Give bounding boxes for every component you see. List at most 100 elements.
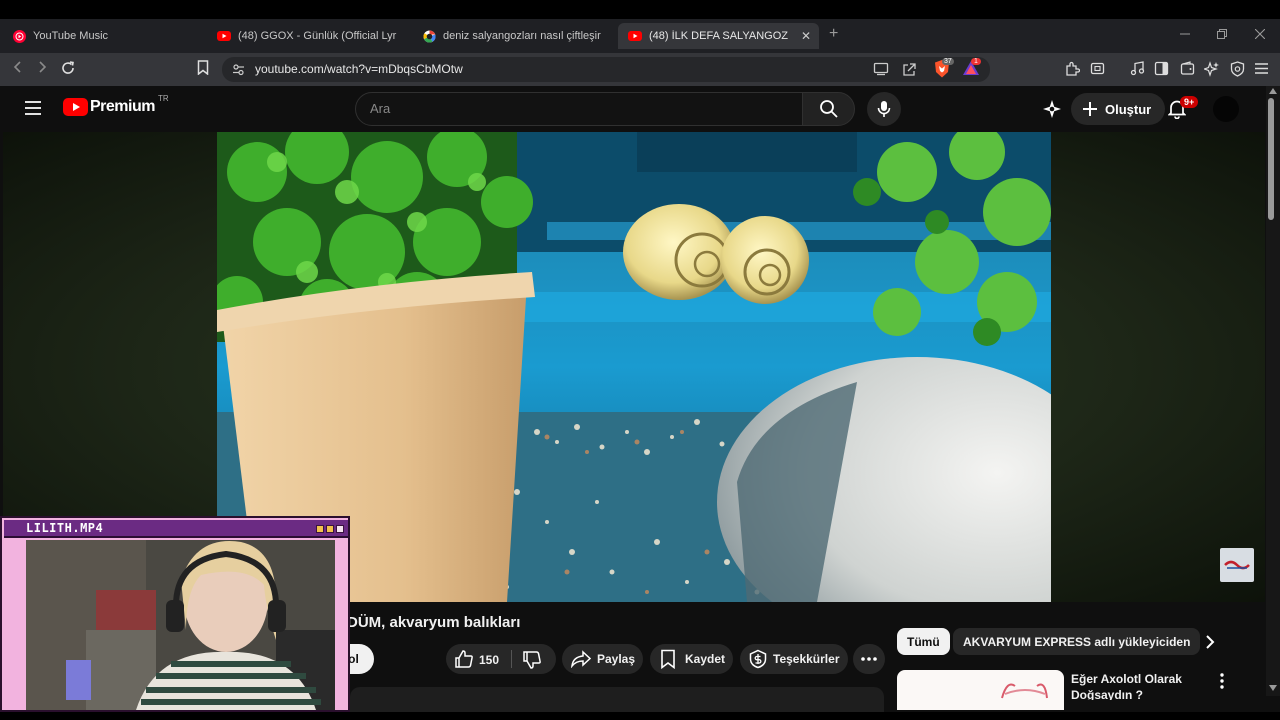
- menu-icon[interactable]: [1254, 62, 1269, 75]
- restore-icon[interactable]: [1217, 27, 1227, 42]
- close-tab-icon[interactable]: ✕: [801, 29, 811, 43]
- like-button[interactable]: [454, 649, 474, 672]
- microphone-icon: [877, 101, 891, 117]
- bookmark-icon[interactable]: [197, 60, 209, 80]
- more-horizontal-icon: [861, 657, 877, 661]
- tab-title: (48) GGOX - Günlük (Official Lyric Vid: [238, 30, 397, 42]
- youtube-icon: [628, 29, 642, 43]
- notifications-badge: 9+: [1180, 96, 1199, 108]
- more-vertical-icon[interactable]: [1220, 673, 1224, 689]
- site-settings-icon[interactable]: [232, 63, 245, 76]
- minimize-icon[interactable]: [1180, 27, 1190, 42]
- ai-sparkle-icon[interactable]: [1042, 99, 1062, 119]
- save-label: Kaydet: [685, 652, 726, 666]
- axolotl-illustration-image: [1001, 683, 1048, 699]
- brave-shields-icon[interactable]: 37: [933, 58, 954, 79]
- top-edge: [0, 0, 1280, 19]
- thanks-button[interactable]: Teşekkürler: [740, 644, 848, 674]
- rewards-count-badge: 1: [971, 58, 981, 65]
- webcam-overlay-window: LILITH.MP4: [0, 516, 350, 712]
- wallet-extension-icon[interactable]: [1090, 61, 1105, 76]
- bottom-edge: [0, 712, 1280, 720]
- tab-google-search[interactable]: deniz salyangozları nasıl çiftleşir - Go: [412, 23, 612, 49]
- tab-title: deniz salyangozları nasıl çiftleşir - Go: [443, 30, 602, 42]
- thumbs-down-icon: [523, 651, 541, 669]
- sidebar-icon[interactable]: [1154, 61, 1169, 76]
- tab-title: YouTube Music: [33, 30, 109, 42]
- super-thanks-icon: [749, 649, 767, 669]
- scrollbar-thumb[interactable]: [1268, 98, 1274, 220]
- more-actions-button[interactable]: [853, 644, 885, 674]
- reload-icon[interactable]: [60, 60, 76, 81]
- tab-ggox[interactable]: (48) GGOX - Günlük (Official Lyric Vid: [207, 23, 407, 49]
- scroll-up-arrow-icon[interactable]: [1266, 88, 1280, 94]
- share-icon: [571, 650, 591, 668]
- save-bookmark-icon: [661, 649, 675, 669]
- description-box[interactable]: [350, 687, 884, 712]
- share-button[interactable]: Paylaş: [562, 644, 643, 674]
- like-dislike-group: 150: [446, 644, 556, 674]
- overlay-minimize-icon: [316, 525, 324, 533]
- dislike-button[interactable]: [522, 650, 542, 673]
- avatar[interactable]: [1213, 96, 1239, 122]
- overlay-close-icon: [336, 525, 344, 533]
- tab-strip: YouTube Music (48) GGOX - Günlük (Offici…: [0, 19, 1280, 53]
- wallet-icon[interactable]: [1180, 61, 1195, 76]
- shields-count-badge: 37: [942, 58, 954, 65]
- tab-title: (48) İLK DEFA SALYANGOZ ÇİFTLE: [649, 30, 789, 42]
- create-label: Oluştur: [1105, 101, 1152, 117]
- thumbs-up-icon: [455, 650, 473, 668]
- forward-icon[interactable]: [35, 60, 49, 79]
- youtube-icon: [217, 29, 231, 43]
- create-button[interactable]: Oluştur: [1071, 93, 1166, 125]
- channel-watermark-icon[interactable]: [1220, 548, 1254, 582]
- recommendation-title[interactable]: Eğer Axolotl Olarak Doğsaydın ?: [1071, 671, 1201, 700]
- logo-text: Premium: [90, 98, 155, 115]
- webcam-person-image: [26, 540, 335, 710]
- share-page-icon[interactable]: [902, 62, 917, 77]
- hamburger-menu-icon[interactable]: [24, 100, 42, 116]
- google-icon: [422, 29, 436, 43]
- leo-ai-icon[interactable]: [1204, 61, 1220, 77]
- cast-icon[interactable]: [873, 62, 889, 76]
- chevron-right-icon[interactable]: [1204, 634, 1216, 650]
- search-box[interactable]: [355, 92, 803, 126]
- brave-rewards-icon[interactable]: 1: [962, 58, 981, 76]
- back-icon[interactable]: [11, 60, 25, 79]
- overlay-title: LILITH.MP4: [26, 521, 104, 535]
- share-label: Paylaş: [597, 652, 636, 666]
- plus-icon: [1083, 102, 1097, 116]
- search-input[interactable]: [370, 101, 790, 116]
- recommendation-thumbnail[interactable]: [897, 670, 1064, 710]
- screen: YouTube Music (48) GGOX - Günlük (Offici…: [0, 0, 1280, 720]
- tab-active-salyangoz[interactable]: (48) İLK DEFA SALYANGOZ ÇİFTLE ✕: [618, 23, 819, 49]
- youtube-premium-logo[interactable]: Premium TR: [63, 94, 169, 116]
- youtube-music-icon: [12, 29, 26, 43]
- youtube-header: Premium TR Oluştur 9+: [0, 86, 1266, 132]
- address-bar[interactable]: youtube.com/watch?v=mDbqsCbMOtw: [222, 57, 990, 82]
- like-count: 150: [479, 653, 500, 667]
- search-icon: [819, 100, 838, 118]
- media-controls-icon[interactable]: [1130, 61, 1145, 76]
- new-tab-icon[interactable]: +: [829, 25, 838, 43]
- youtube-logo-icon: [63, 98, 88, 116]
- region-code: TR: [157, 93, 169, 103]
- overlay-maximize-icon: [326, 525, 334, 533]
- extensions-icon[interactable]: [1064, 61, 1080, 77]
- save-button[interactable]: Kaydet: [650, 644, 733, 674]
- voice-search-button[interactable]: [867, 92, 901, 126]
- like-divider: [511, 650, 512, 668]
- webcam-feed: [26, 540, 335, 710]
- navigation-bar: youtube.com/watch?v=mDbqsCbMOtw 37 1: [0, 53, 1280, 86]
- scroll-down-arrow-icon[interactable]: [1266, 685, 1280, 691]
- search-button[interactable]: [802, 92, 855, 126]
- chip-from-uploader[interactable]: AKVARYUM EXPRESS adlı yükleyiciden: [953, 628, 1201, 655]
- thanks-label: Teşekkürler: [773, 652, 840, 666]
- video-title: DÜM, akvaryum balıkları: [347, 614, 521, 631]
- close-window-icon[interactable]: [1254, 27, 1266, 42]
- tab-youtube-music[interactable]: YouTube Music: [2, 23, 202, 49]
- vpn-shield-icon[interactable]: [1230, 61, 1245, 77]
- overlay-title-bar: LILITH.MP4: [4, 520, 348, 538]
- chip-all[interactable]: Tümü: [897, 628, 950, 655]
- url-text: youtube.com/watch?v=mDbqsCbMOtw: [255, 62, 463, 76]
